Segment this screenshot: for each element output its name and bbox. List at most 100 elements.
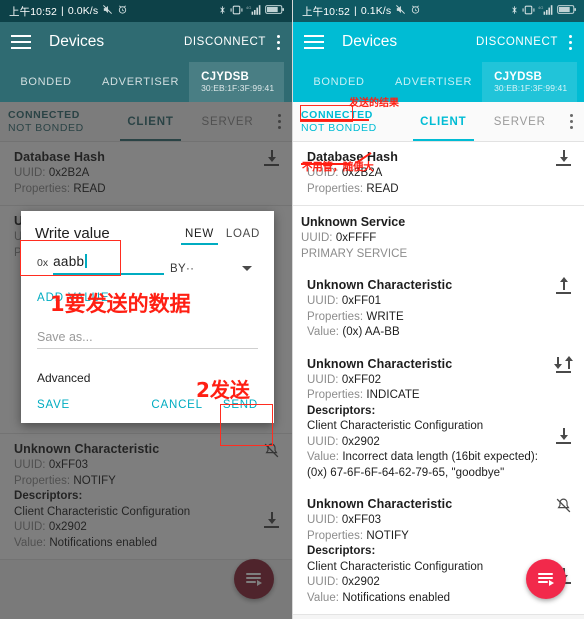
uuid-label: UUID: [307, 373, 339, 386]
page-title: Devices [49, 33, 105, 50]
upload-icon[interactable] [555, 277, 575, 298]
notification-off-icon[interactable] [555, 497, 575, 517]
uuid-label: UUID: [307, 576, 339, 588]
alarm-icon [410, 4, 421, 18]
value-label: Value: [307, 326, 340, 338]
connection-status: CONNECTED NOT BONDED [293, 102, 405, 141]
uuid-value: 0x2902 [341, 435, 380, 448]
characteristic-properties: Properties: READ [307, 182, 550, 198]
tab-client-label: CLIENT [420, 115, 467, 128]
status-bar: 上午10:52 | 0.1K/s 4G [293, 0, 584, 22]
value-type-select[interactable]: BY·· [170, 263, 258, 278]
properties-label: Properties: [307, 182, 364, 195]
status-bar-time: 上午10:52 [9, 5, 57, 18]
dialog-title: Write value [35, 225, 110, 242]
dialog-tab-load[interactable]: LOAD [226, 228, 260, 245]
advanced-toggle[interactable]: Advanced [21, 349, 274, 385]
hex-value-field[interactable]: 0x aabb [37, 253, 164, 278]
dialog-tab-new-indicator [180, 242, 218, 245]
characteristic-row[interactable]: Unknown Characteristic UUID: 0xFF02 Prop… [293, 349, 584, 490]
disconnect-button[interactable]: DISCONNECT [476, 36, 562, 48]
hex-prefix-label: 0x [37, 257, 49, 269]
tab-server[interactable]: SERVER [482, 102, 559, 141]
vibrate-icon [522, 5, 535, 18]
properties-value: WRITE [366, 310, 404, 323]
list-item[interactable]: Database Hash UUID: 0x2B2A Properties: R… [293, 142, 584, 206]
uuid-label: UUID: [307, 514, 339, 526]
descriptor-name: Client Characteristic Configuration [307, 420, 484, 432]
characteristic-row[interactable]: Unknown Characteristic UUID: 0xFF01 Prop… [293, 270, 584, 349]
characteristic-title: Unknown Characteristic [307, 356, 453, 371]
characteristic-value: Value: (0x) AA-BB [307, 325, 550, 341]
svg-text:4G: 4G [538, 5, 544, 10]
download-icon[interactable] [555, 150, 575, 170]
hamburger-menu-icon[interactable] [11, 35, 31, 49]
descriptor-value: Value: Notifications enabled [307, 591, 550, 607]
tab-advertiser[interactable]: ADVERTISER [385, 62, 482, 102]
tab-bonded[interactable]: BONDED [0, 62, 92, 102]
status-bar: 上午10:52 | 0.0K/s 4G [0, 0, 292, 22]
tab-client[interactable]: CLIENT [405, 102, 482, 141]
add-value-button[interactable]: ADD VALUE [21, 278, 274, 304]
disconnect-button[interactable]: DISCONNECT [184, 36, 270, 48]
status-bar-net-speed: 0.0K/s [67, 5, 99, 17]
uuid-label: UUID: [307, 435, 339, 448]
value-type-select-label: BY·· [170, 262, 195, 275]
tab-bonded[interactable]: BONDED [293, 62, 385, 102]
value-text: Notifications enabled [342, 591, 451, 604]
characteristic-title: Unknown Characteristic [307, 497, 453, 511]
characteristic-uuid: UUID: 0x2B2A [307, 166, 550, 182]
device-tab-address: 30:EB:1F:3F:99:41 [494, 82, 568, 93]
properties-value: READ [366, 182, 399, 195]
close-icon[interactable]: ✕ [284, 62, 292, 102]
signal-4g-icon: 4G [538, 4, 554, 19]
gatt-service-list: Database Hash UUID: 0x2B2A Properties: R… [293, 142, 584, 615]
uuid-value: 0xFFFF [335, 232, 377, 244]
cancel-button[interactable]: CANCEL [151, 399, 202, 411]
right-screen-pane: 上午10:52 | 0.1K/s 4G Devices DISCONNECT B… [292, 0, 584, 619]
send-button[interactable]: SEND [223, 399, 258, 411]
tab-client-indicator [413, 138, 474, 141]
annotation-strike-connected [301, 119, 369, 121]
download-upload-icon[interactable] [554, 355, 575, 377]
hex-value-input[interactable]: aabb [53, 254, 84, 269]
save-as-input[interactable]: Save as... [37, 330, 258, 344]
tab-device-cjydsb[interactable]: CJYDSB 30:EB:1F:3F:99:41 [482, 62, 578, 102]
overflow-menu-icon[interactable] [562, 32, 578, 52]
save-button[interactable]: SAVE [37, 399, 70, 411]
log-fab-button[interactable] [526, 559, 566, 599]
chevron-down-icon [242, 266, 252, 271]
close-icon[interactable]: ✕ [577, 62, 584, 102]
tab-device-cjydsb[interactable]: CJYDSB 30:EB:1F:3F:99:41 [189, 62, 285, 102]
status-bar-separator: | [60, 5, 64, 17]
hamburger-menu-icon[interactable] [304, 35, 324, 49]
app-bar: Devices DISCONNECT [0, 22, 292, 62]
uuid-value: 0xFF02 [341, 373, 382, 386]
service-uuid: UUID: 0xFFFF [301, 231, 550, 247]
uuid-label: UUID: [301, 232, 333, 244]
descriptor-uuid: UUID: 0x2902 [307, 435, 550, 451]
characteristic-uuid: UUID: 0xFF03 [307, 513, 550, 529]
annotation-strike-uuid [301, 163, 349, 165]
app-bar: Devices DISCONNECT [293, 22, 584, 62]
status-badge-bonded: NOT BONDED [301, 121, 377, 134]
overflow-menu-icon[interactable] [270, 32, 286, 52]
bluetooth-icon [218, 4, 227, 19]
device-tab-strip: BONDED ADVERTISER CJYDSB 30:EB:1F:3F:99:… [293, 62, 584, 102]
descriptors-label: Descriptors: [307, 404, 376, 417]
overflow-menu-icon[interactable] [558, 102, 584, 141]
save-as-field[interactable]: Save as... [37, 330, 258, 349]
download-icon[interactable] [555, 427, 575, 448]
status-bar-time: 上午10:52 [302, 5, 350, 18]
tab-advertiser[interactable]: ADVERTISER [92, 62, 189, 102]
characteristic-properties: Properties: WRITE [307, 310, 550, 326]
service-group[interactable]: Unknown Service UUID: 0xFFFF PRIMARY SER… [293, 206, 584, 615]
uuid-value: 0x2B2A [341, 167, 383, 179]
descriptor-name: Client Characteristic Configuration [307, 560, 484, 573]
text-caret [85, 254, 87, 268]
dialog-tab-new-label: NEW [184, 228, 214, 240]
uuid-value: 0xFF03 [341, 514, 382, 526]
value-text: (0x) AA-BB [342, 326, 400, 338]
value-text: Incorrect data length (16bit expected): … [307, 451, 538, 479]
dialog-tab-new[interactable]: NEW [180, 228, 218, 245]
